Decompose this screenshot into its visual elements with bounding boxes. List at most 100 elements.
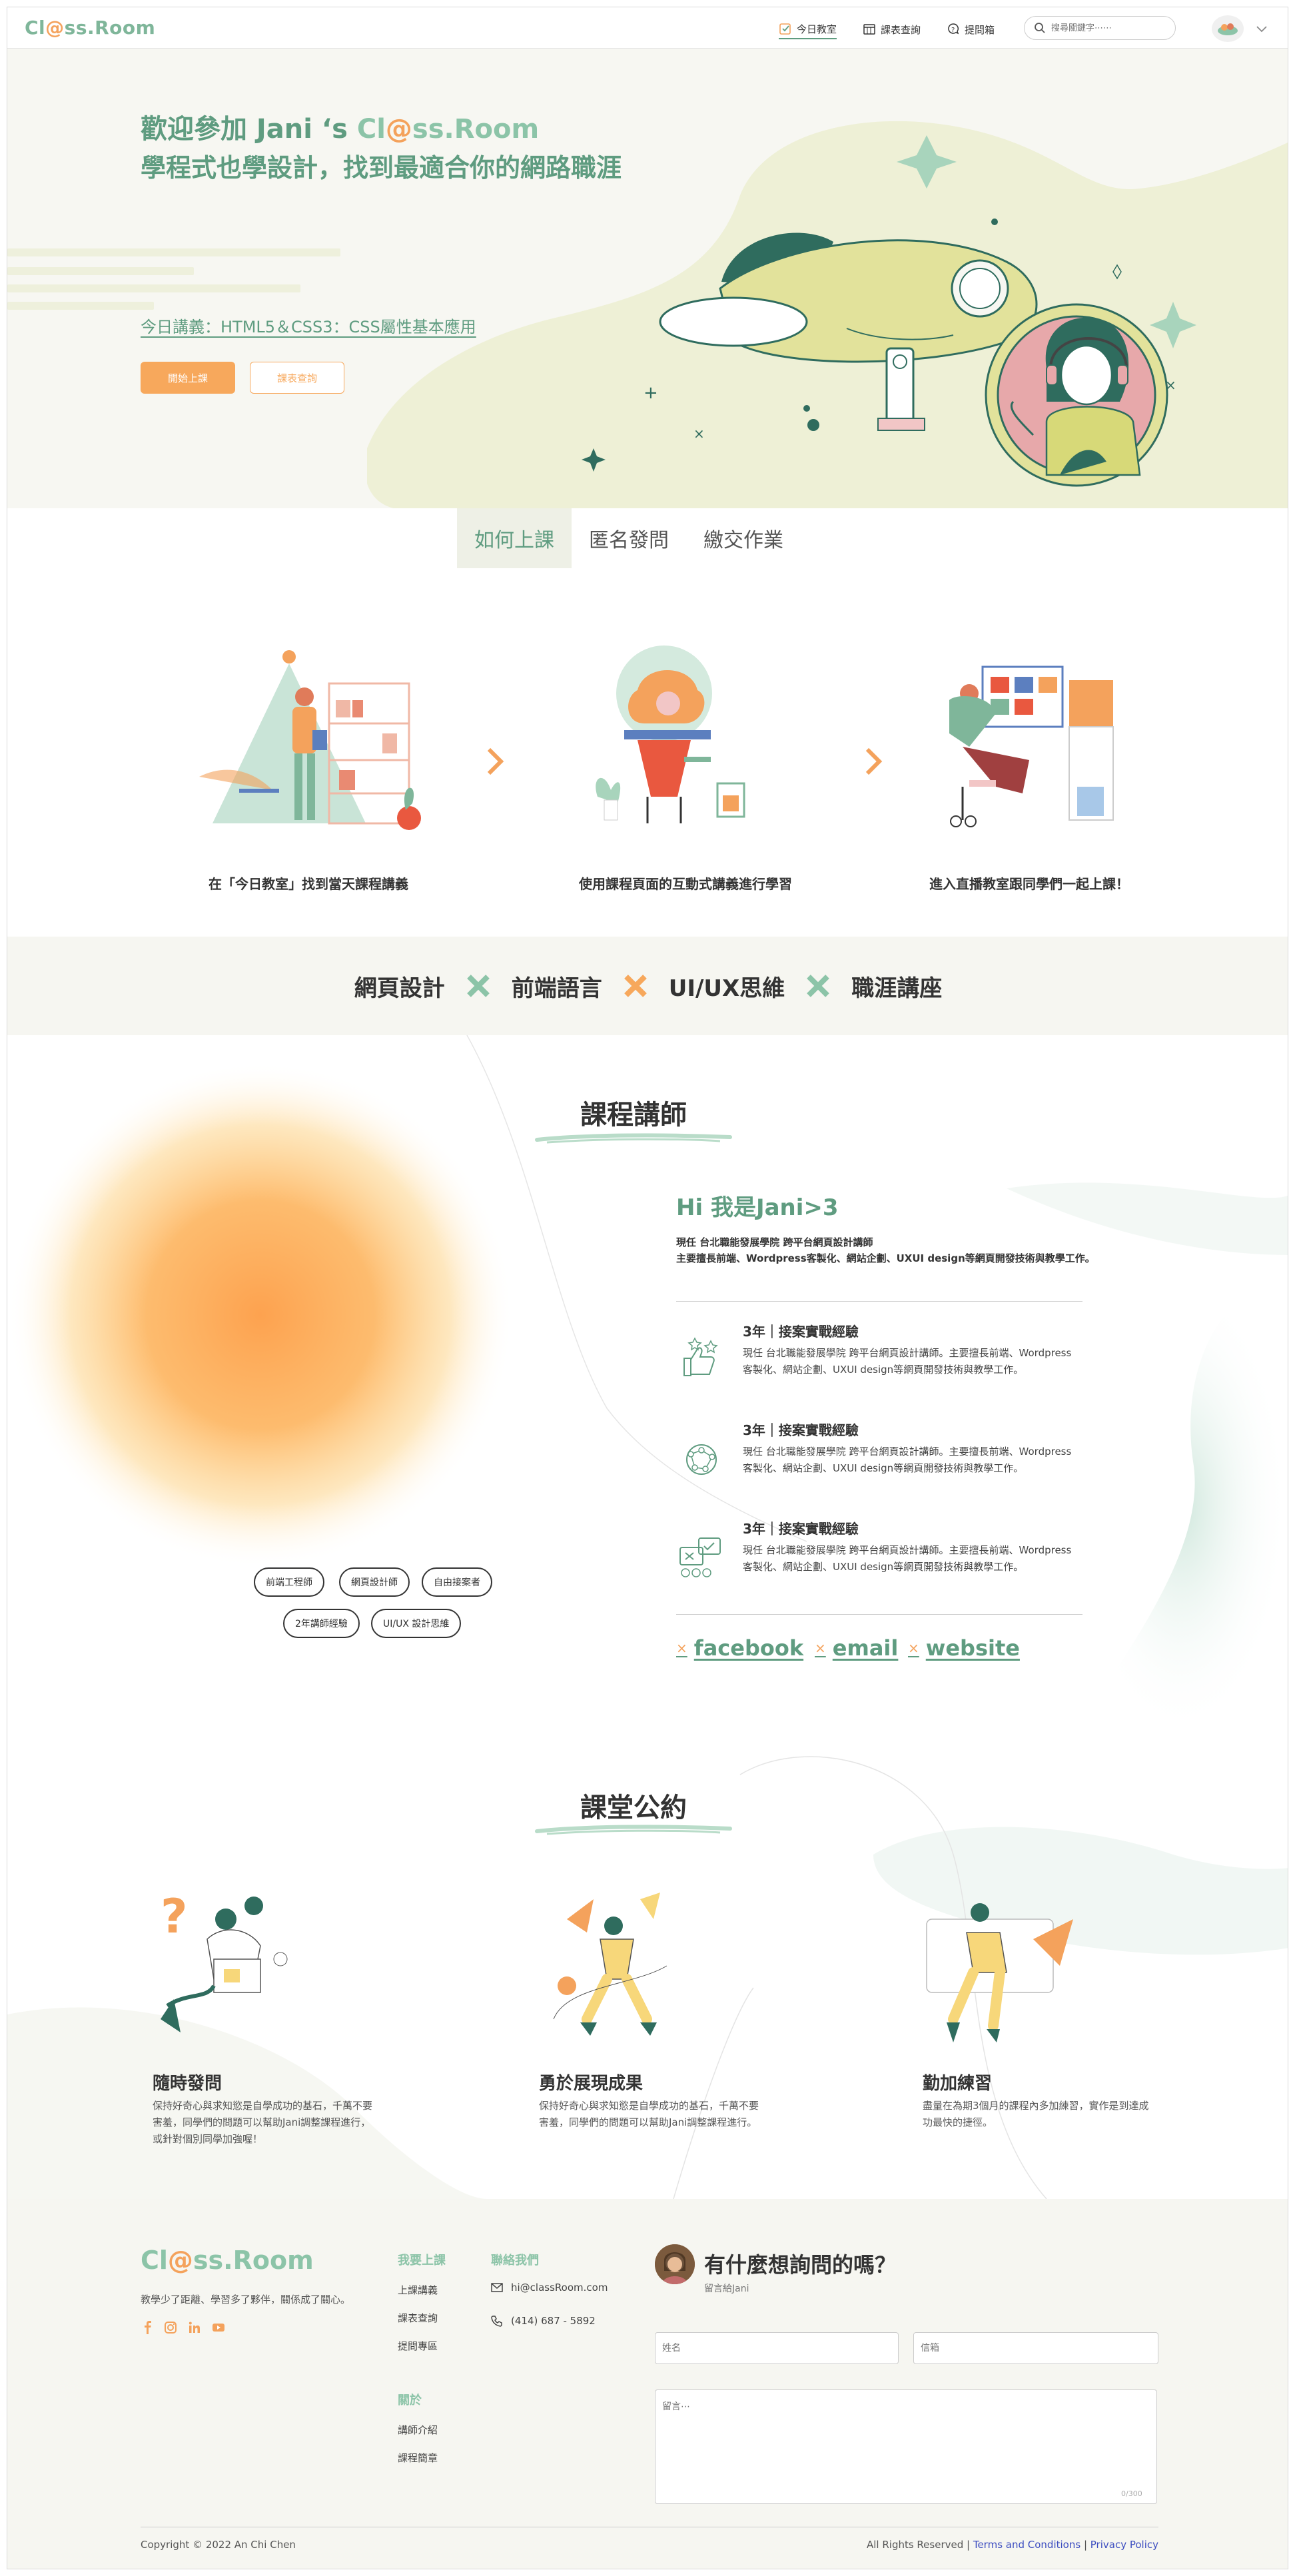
jani-avatar bbox=[655, 2244, 695, 2284]
instagram-icon[interactable] bbox=[163, 2320, 178, 2335]
search-icon bbox=[1035, 23, 1045, 33]
website-link[interactable]: × website bbox=[908, 1635, 1020, 1661]
question-bubble-icon: ? bbox=[948, 23, 959, 35]
copyright: Copyright © 2022 An Chi Chen bbox=[141, 2539, 296, 2551]
experience-title: 3年｜接案實戰經驗 bbox=[743, 1521, 859, 1537]
footer-tagline: 教學少了距離、學習多了夥伴，關係成了關心。 bbox=[141, 2294, 351, 2306]
hero-title: 歡迎參加 Jani ‘s Cl@ss.Room bbox=[141, 114, 540, 145]
char-counter: 0/300 bbox=[1121, 2489, 1142, 2498]
footer-link-question[interactable]: 提問專區 bbox=[398, 2339, 438, 2353]
portrait-avatar-icon bbox=[655, 2244, 695, 2284]
user-avatar[interactable] bbox=[1212, 15, 1244, 42]
hero-stripe bbox=[7, 284, 300, 292]
skill-tag: 自由接案者 bbox=[422, 1567, 492, 1597]
footer-link-brochure[interactable]: 課程簡章 bbox=[398, 2451, 438, 2465]
rule-desc: 盡量在為期3個月的課程內多加練習，實作是到達成功最快的捷徑。 bbox=[923, 2100, 1149, 2128]
rule-title: 勇於展現成果 bbox=[539, 2074, 644, 2094]
footer-phone[interactable]: (414) 687 - 5892 bbox=[491, 2315, 596, 2327]
globe-network-icon bbox=[686, 1444, 717, 1475]
site-logo[interactable]: Cl@ss.Room bbox=[25, 17, 155, 39]
hero-section: 歡迎參加 Jani ‘s Cl@ss.Room 學程式也學設計，找到最適合你的網… bbox=[7, 49, 1288, 508]
search-input[interactable] bbox=[1051, 23, 1158, 33]
topic-frontend: 前端語言 bbox=[511, 975, 602, 1002]
nav-today-classroom[interactable]: 今日教室 bbox=[779, 19, 837, 39]
divider bbox=[676, 1301, 1082, 1302]
linkedin-icon[interactable] bbox=[187, 2320, 202, 2335]
experience-item: 3年｜接案實戰經驗 現任 台北職能發展學院 跨平台網頁設計講師。主要擅長前端、W… bbox=[676, 1321, 1089, 1414]
svg-text:?: ? bbox=[951, 27, 955, 34]
teacher-intro: 現任 台北職能發展學院 跨平台網頁設計講師 主要擅長前端、Wordpress客製… bbox=[676, 1234, 1096, 1266]
page: Cl@ss.Room 今日教室 課表查詢 ? 提問箱 歡迎參加 bbox=[7, 7, 1288, 2569]
topics-band: 網頁設計 前端語言 UI/UX思維 職涯講座 bbox=[7, 937, 1288, 1035]
privacy-link[interactable]: Privacy Policy bbox=[1090, 2539, 1158, 2551]
nav-question-label: 提問箱 bbox=[965, 23, 995, 36]
email-link-label: email bbox=[832, 1635, 899, 1661]
footer-col-about-head: 關於 bbox=[398, 2393, 422, 2407]
footer-link-lecture[interactable]: 上課講義 bbox=[398, 2283, 438, 2297]
schedule-button[interactable]: 課表查詢 bbox=[250, 362, 344, 394]
footer-link-schedule[interactable]: 課表查詢 bbox=[398, 2311, 438, 2325]
footer-link-teacher[interactable]: 講師介紹 bbox=[398, 2423, 438, 2437]
youtube-icon[interactable] bbox=[211, 2320, 226, 2335]
search-box[interactable] bbox=[1024, 16, 1176, 40]
rule-1-illustration: ? bbox=[161, 1889, 288, 2032]
hero-rocket-illustration: + × × bbox=[582, 135, 1196, 487]
tab-anonymous-question[interactable]: 匿名發問 bbox=[572, 508, 686, 568]
footer-col-class-head: 我要上課 bbox=[398, 2254, 446, 2268]
message-field[interactable] bbox=[655, 2389, 1157, 2504]
ask-title: 有什麼想詢問的嗎？ bbox=[704, 2252, 897, 2278]
name-field[interactable] bbox=[655, 2332, 899, 2364]
nav-schedule[interactable]: 課表查詢 bbox=[863, 19, 921, 39]
experience-desc: 現任 台北職能發展學院 跨平台網頁設計講師。主要擅長前端、Wordpress客製… bbox=[743, 1446, 1072, 1474]
nav-question-box[interactable]: ? 提問箱 bbox=[947, 19, 995, 39]
experience-item: 3年｜接案實戰經驗 現任 台北職能發展學院 跨平台網頁設計講師。主要擅長前端、W… bbox=[676, 1518, 1089, 1611]
footer-email[interactable]: hi@classRoom.com bbox=[491, 2282, 608, 2294]
rule-desc: 保持好奇心與求知慾是自學成功的基石，千萬不要害羞，同學們的問題可以幫助Jani調… bbox=[539, 2100, 759, 2128]
rule-desc: 保持好奇心與求知慾是自學成功的基石，千萬不要害羞，同學們的問題可以幫助Jani調… bbox=[153, 2100, 373, 2145]
tab-submit-homework[interactable]: 繳交作業 bbox=[686, 508, 801, 568]
brush-stroke bbox=[535, 1133, 732, 1144]
start-class-button[interactable]: 開始上課 bbox=[141, 362, 235, 394]
cross-icon bbox=[807, 975, 830, 997]
hero-subtitle: 學程式也學設計，找到最適合你的網路職涯 bbox=[141, 153, 622, 183]
facebook-link-label: facebook bbox=[693, 1635, 804, 1661]
footer-phone-text: (414) 687 - 5892 bbox=[511, 2315, 596, 2327]
brush-stroke bbox=[535, 1825, 732, 1835]
divider bbox=[676, 1614, 1082, 1615]
step-1-caption: 在「今日教室」找到當天課程講義 bbox=[209, 876, 408, 892]
today-lecture-link[interactable]: 今日講義：HTML5＆CSS3：CSS屬性基本應用 bbox=[141, 314, 476, 337]
legal-separator: | bbox=[1080, 2539, 1090, 2551]
email-field[interactable] bbox=[913, 2332, 1158, 2364]
calendar-icon bbox=[863, 24, 875, 35]
chat-check-icon bbox=[679, 1537, 721, 1577]
experience-title: 3年｜接案實戰經驗 bbox=[743, 1422, 859, 1438]
step-1-illustration bbox=[199, 650, 421, 830]
email-link[interactable]: × email bbox=[815, 1635, 898, 1661]
how-to-tabs: 如何上課 匿名發問 繳交作業 bbox=[457, 508, 801, 568]
nav-schedule-label: 課表查詢 bbox=[881, 23, 921, 36]
hero-stripe bbox=[7, 267, 194, 275]
top-navbar: Cl@ss.Room 今日教室 課表查詢 ? 提問箱 bbox=[7, 7, 1288, 49]
chevron-down-icon[interactable] bbox=[1255, 22, 1268, 35]
phone-icon bbox=[491, 2316, 502, 2327]
nav-today-label: 今日教室 bbox=[797, 23, 837, 35]
experience-desc: 現任 台北職能發展學院 跨平台網頁設計講師。主要擅長前端、Wordpress客製… bbox=[743, 1544, 1072, 1573]
teacher-section-title: 課程講師 bbox=[580, 1100, 687, 1130]
skill-tag: 前端工程師 bbox=[254, 1567, 324, 1597]
footer-logo[interactable]: Cl@ss.Room bbox=[141, 2246, 314, 2275]
tab-how-to-class[interactable]: 如何上課 bbox=[457, 508, 572, 568]
hero-stripe bbox=[7, 302, 154, 310]
footer-contact-head: 聯絡我們 bbox=[491, 2254, 539, 2268]
cross-icon bbox=[466, 975, 490, 997]
footer-email-text: hi@classRoom.com bbox=[511, 2282, 608, 2294]
rule-2-illustration bbox=[553, 1893, 667, 2036]
rule-3-illustration bbox=[926, 1903, 1073, 2042]
teacher-intro-line1: 現任 台北職能發展學院 跨平台網頁設計講師 bbox=[676, 1236, 873, 1248]
facebook-icon[interactable] bbox=[141, 2320, 155, 2335]
website-link-label: website bbox=[925, 1635, 1020, 1661]
experience-desc: 現任 台北職能發展學院 跨平台網頁設計講師。主要擅長前端、Wordpress客製… bbox=[743, 1347, 1072, 1376]
skill-tag: 2年講師經驗 bbox=[283, 1609, 360, 1638]
terms-link[interactable]: Terms and Conditions bbox=[973, 2539, 1080, 2551]
chevron-right-icon bbox=[865, 747, 883, 775]
facebook-link[interactable]: × facebook bbox=[676, 1635, 803, 1661]
